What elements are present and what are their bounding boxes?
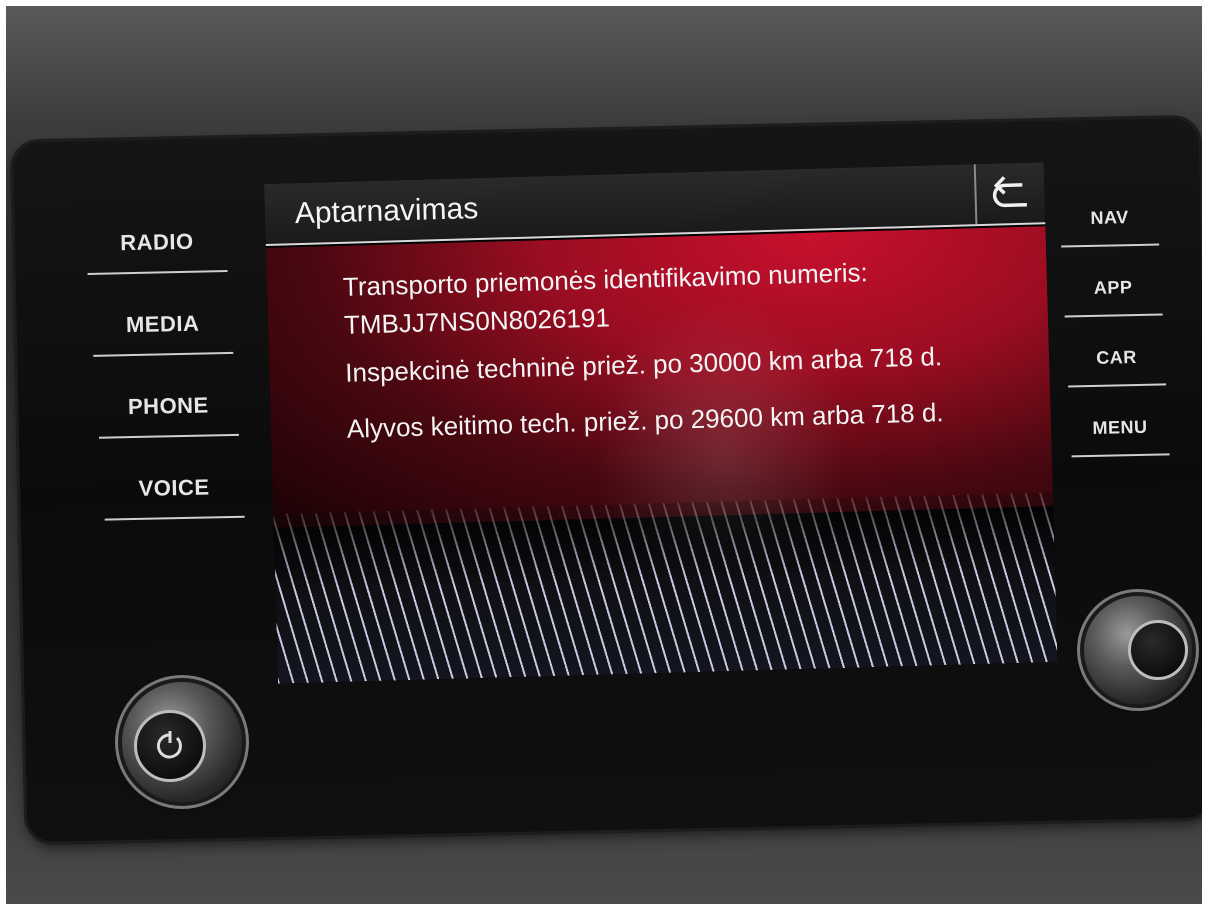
left-button-column: RADIO MEDIA PHONE VOICE <box>13 118 1199 521</box>
service-info-panel: Transporto priemonės identifikavimo nume… <box>265 226 1054 619</box>
car-label: CAR <box>1096 347 1137 368</box>
decorative-background-stripes <box>273 492 1058 684</box>
divider <box>1064 313 1163 318</box>
car-dashboard: RADIO MEDIA PHONE VOICE NAV APP CAR MENU… <box>6 6 1202 904</box>
app-label: APP <box>1093 277 1133 298</box>
volume-power-knob[interactable] <box>122 682 242 802</box>
tune-scroll-knob[interactable] <box>1084 596 1192 704</box>
divider <box>1061 243 1160 248</box>
menu-label: MENU <box>1092 416 1148 438</box>
knob-cap <box>134 710 206 782</box>
divider <box>104 515 245 521</box>
back-button[interactable] <box>973 162 1046 225</box>
app-button[interactable]: APP <box>1064 276 1163 318</box>
nav-button[interactable]: NAV <box>1060 207 1160 248</box>
divider <box>1068 383 1167 388</box>
power-icon <box>156 731 182 759</box>
divider <box>1071 453 1170 458</box>
media-button[interactable]: MEDIA <box>92 310 234 357</box>
divider <box>93 351 234 357</box>
divider <box>87 270 228 275</box>
nav-label: NAV <box>1090 207 1129 228</box>
vin-value: TMBJJ7NS0N8026191 <box>343 302 611 340</box>
back-arrow-icon <box>992 176 1027 208</box>
menu-button[interactable]: MENU <box>1071 416 1170 458</box>
right-button-column: NAV APP CAR MENU <box>13 118 1199 458</box>
radio-button[interactable]: RADIO <box>87 228 228 275</box>
media-label: MEDIA <box>125 310 200 338</box>
phone-button[interactable]: PHONE <box>98 392 239 439</box>
car-button[interactable]: CAR <box>1067 346 1167 388</box>
divider <box>98 433 239 439</box>
page-title: Aptarnavimas <box>294 192 479 231</box>
knob-cap <box>1128 620 1188 680</box>
display-screen: Aptarnavimas Transporto priemonės identi… <box>264 162 1058 684</box>
voice-label: VOICE <box>138 474 210 501</box>
phone-label: PHONE <box>127 392 209 420</box>
voice-button[interactable]: VOICE <box>104 474 245 521</box>
radio-label: RADIO <box>119 228 194 256</box>
